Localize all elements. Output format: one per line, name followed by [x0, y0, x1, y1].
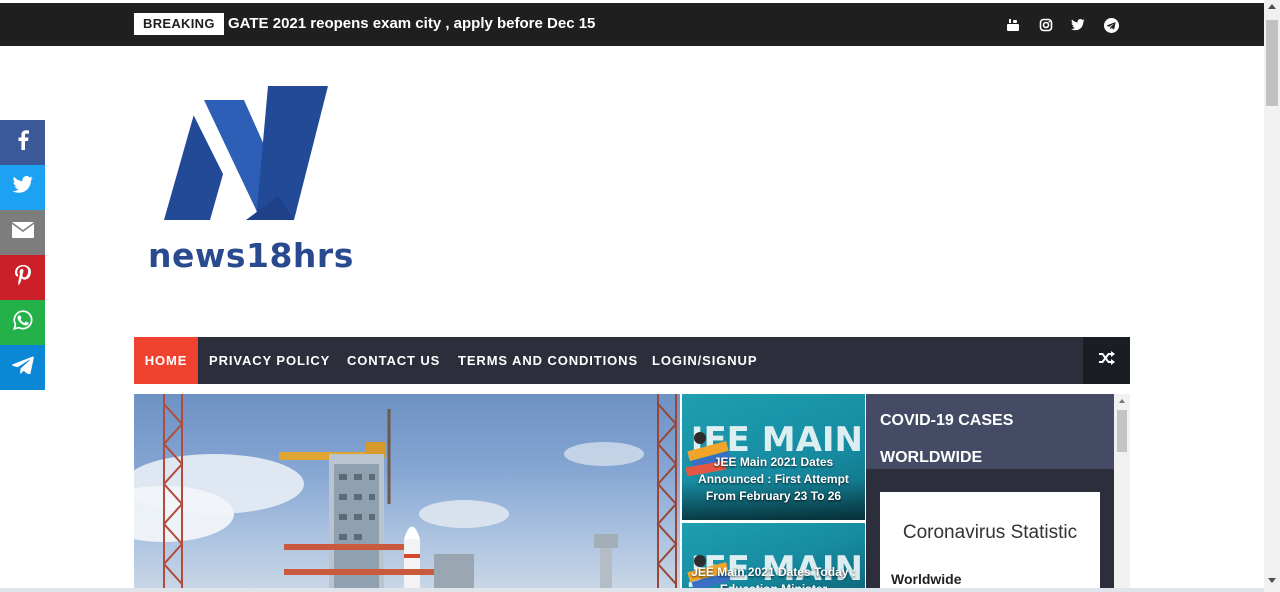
featured-post-image[interactable] [134, 394, 680, 588]
covid-scroll-thumb[interactable] [1117, 410, 1127, 452]
scroll-up-icon[interactable] [1268, 4, 1276, 9]
pinterest-icon [14, 264, 31, 291]
telegram-icon[interactable] [1103, 17, 1119, 33]
whatsapp-icon [12, 310, 33, 335]
share-email-button[interactable] [0, 210, 45, 255]
random-post-button[interactable] [1083, 337, 1130, 384]
twitter-icon [12, 176, 34, 199]
email-icon [11, 222, 34, 243]
telegram-icon [11, 356, 34, 379]
thumb-1-caption[interactable]: JEE Main 2021 Dates Announced : First At… [682, 454, 865, 505]
rocket-launch-image-icon [134, 394, 678, 588]
nav-item-privacy-policy[interactable]: PRIVACY POLICY [209, 337, 330, 384]
page-scroll-thumb[interactable] [1266, 20, 1278, 106]
covid-widget-title: COVID-19 CASES WORLDWIDE [880, 412, 1014, 466]
share-whatsapp-button[interactable] [0, 300, 45, 345]
breaking-label: BREAKING [134, 13, 224, 35]
covid-widget-header: COVID-19 CASES WORLDWIDE [866, 394, 1114, 469]
instagram-icon[interactable] [1038, 17, 1054, 33]
breaking-news-link[interactable]: GATE 2021 reopens exam city , apply befo… [228, 13, 595, 35]
share-facebook-button[interactable] [0, 120, 45, 165]
covid-stat-title: Coronavirus Statistic [902, 522, 1078, 543]
featured-thumb-1[interactable]: JEE MAIN JEE Main 2021 Dates Announced :… [682, 394, 865, 520]
featured-thumb-2[interactable]: JEE MAIN JEE Main 2021 Dates Today : Edu… [682, 523, 865, 588]
youtube-icon[interactable] [1005, 17, 1021, 33]
covid-widget: COVID-19 CASES WORLDWIDE Coronavirus Sta… [866, 394, 1114, 588]
nav-item-contact-us[interactable]: CONTACT US [347, 337, 440, 384]
thumb-2-caption[interactable]: JEE Main 2021 Dates Today : Education Mi… [682, 564, 865, 588]
covid-region-label: Worldwide [891, 571, 962, 587]
nav-item-terms-and-conditions[interactable]: TERMS AND CONDITIONS [458, 337, 638, 384]
twitter-icon[interactable] [1070, 17, 1086, 33]
nav-item-home[interactable]: HOME [134, 337, 198, 384]
covid-stat-card: Coronavirus Statistic Worldwide [880, 492, 1100, 588]
facebook-icon [17, 130, 29, 155]
share-pinterest-button[interactable] [0, 255, 45, 300]
top-bar: BREAKING GATE 2021 reopens exam city , a… [0, 3, 1264, 46]
share-twitter-button[interactable] [0, 165, 45, 210]
scroll-down-icon[interactable] [1268, 578, 1276, 583]
logo-mark-icon [164, 86, 328, 220]
main-navigation: HOME PRIVACY POLICY CONTACT US TERMS AND… [134, 337, 1130, 384]
bottom-strip [0, 588, 1264, 592]
share-telegram-button[interactable] [0, 345, 45, 390]
logo-text: news18hrs [148, 236, 354, 275]
covid-scroll-up-icon[interactable] [1119, 399, 1125, 403]
nav-item-login-signup[interactable]: LOGIN/SIGNUP [652, 337, 757, 384]
shuffle-icon [1098, 351, 1115, 370]
